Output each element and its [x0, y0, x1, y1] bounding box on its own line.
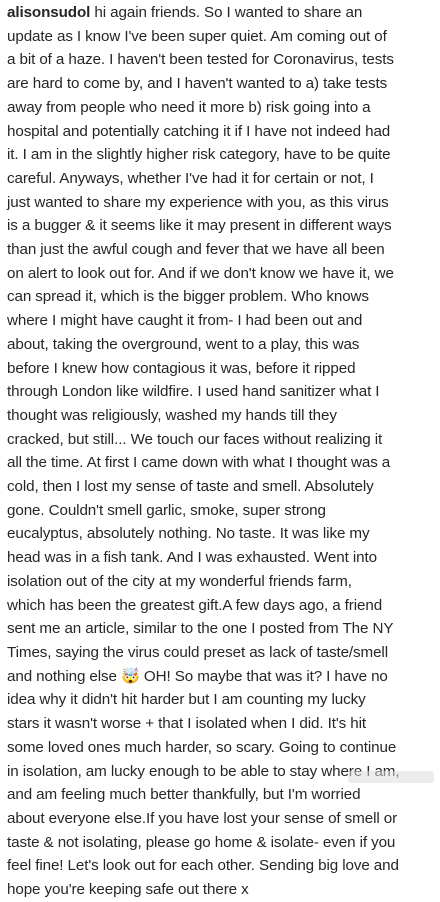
caption-text: hi again friends. So I wanted to share a… — [90, 4, 363, 21]
caption-line: thought was religiously, washed my hands… — [7, 406, 337, 424]
caption-line: before I knew how contagious it was, bef… — [7, 359, 356, 377]
username-link[interactable]: alisonsudol — [7, 4, 90, 21]
caption-line: some loved ones much harder, so scary. G… — [7, 738, 397, 756]
caption-line: where I might have caught it from- I had… — [7, 312, 363, 330]
caption-line: about everyone else.If you have lost you… — [7, 809, 398, 827]
caption-line-first: alisonsudol hi again friends. So I wante… — [7, 1, 437, 25]
caption-line: through London like wildfire. I used han… — [7, 383, 380, 401]
caption-line: Times, saying the virus could preset as … — [7, 643, 388, 661]
caption-line: and nothing else 🤯 OH! So maybe that was… — [7, 667, 388, 685]
caption-line: which has been the greatest gift.A few d… — [7, 596, 383, 614]
caption-line: just wanted to share my experience with … — [7, 193, 389, 211]
caption-line: careful. Anyways, whether I've had it fo… — [7, 169, 374, 187]
caption-line: all the time. At first I came down with … — [7, 454, 391, 472]
caption-line: than just the awful cough and fever that… — [7, 241, 385, 259]
caption-line: on alert to look out for. And if we don'… — [7, 264, 394, 282]
caption-line: taste & not isolating, please go home & … — [7, 833, 396, 851]
caption-line: feel fine! Let's look out for each other… — [7, 857, 399, 875]
caption-line: idea why it didn't hit harder but I am c… — [7, 691, 366, 709]
caption-line: a bit of a haze. I haven't been tested f… — [7, 51, 394, 69]
caption-line: eucalyptus, absolutely nothing. No taste… — [7, 525, 370, 543]
caption-line: hope you're keeping safe out there x — [7, 881, 249, 899]
caption-line: isolation out of the city at my wonderfu… — [7, 572, 352, 590]
caption-line: sent me an article, similar to the one I… — [7, 620, 394, 638]
caption-line: hospital and potentially catching it if … — [7, 122, 391, 140]
caption-line: stars it wasn't worse + that I isolated … — [7, 715, 366, 733]
watermark — [348, 771, 434, 783]
caption-line: are hard to come by, and I haven't wante… — [7, 75, 388, 93]
post-caption: alisonsudol hi again friends. So I wante… — [7, 1, 437, 902]
caption-line: cracked, but still... We touch our faces… — [7, 430, 383, 448]
caption-line: update as I know I've been super quiet. … — [7, 27, 387, 45]
caption-line: away from people who need it more b) ris… — [7, 98, 371, 116]
caption-line: can spread it, which is the bigger probl… — [7, 288, 369, 306]
caption-line: cold, then I lost my sense of taste and … — [7, 478, 374, 496]
caption-line: gone. Couldn't smell garlic, smoke, supe… — [7, 501, 326, 519]
caption-line: is a bugger & it seems like it may prese… — [7, 217, 392, 235]
caption-line: it. I am in the slightly higher risk cat… — [7, 146, 391, 164]
caption-line: about, taking the overground, went to a … — [7, 335, 360, 353]
caption-line: head was in a fish tank. And I was exhau… — [7, 549, 377, 567]
